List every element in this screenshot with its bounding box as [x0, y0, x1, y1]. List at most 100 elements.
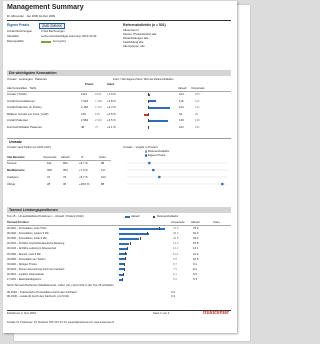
overview-row-prev-value: 47	[95, 125, 99, 129]
page-title: Management Summary	[7, 4, 84, 11]
legend-aktuell-label: Aktuell	[131, 214, 140, 218]
info-row-value: 3 244 Rechnungen	[41, 29, 65, 33]
legend-aktuell-swatch	[125, 216, 130, 218]
umsatz-row-index: 88	[101, 182, 105, 186]
umsatz-row-label: Medikamente	[7, 168, 25, 172]
overview-index-baseline	[148, 119, 149, 123]
overview-subtitle: Umsatz · Leistungen · Patienten	[7, 77, 47, 81]
overview-row-label: Anzahl Patienten	[7, 118, 29, 123]
overview-row-index: 115	[179, 98, 184, 103]
leistungen-row-current: 9.1	[193, 261, 197, 266]
overview-row-index: 104	[179, 92, 184, 96]
overview-row-pct: +2.5 %	[107, 118, 116, 123]
leistungen-row-current: 12.4	[193, 251, 199, 256]
overview-row-prev-index: 105	[195, 92, 200, 96]
umsatz-row-pct: +7.9 %	[79, 168, 88, 172]
legend-own-dot	[145, 154, 148, 157]
leistungen-row-prev: 6.1	[173, 271, 177, 276]
overview-row-prev-index: 112	[195, 98, 200, 103]
leistungen-row-label: 02.0010 – Ärztliche psychotherapeutische…	[7, 242, 65, 246]
legend-reference-label: Referenzkollektiv	[157, 214, 179, 218]
leistungen-row-current: 15.8	[193, 241, 199, 246]
overview-row-pct: +7.9 %	[107, 92, 116, 96]
leistungen-col-vorperiode: Vorperiode	[171, 220, 185, 224]
overview-row-pct: +2.1 %	[107, 125, 116, 129]
overview-index-baseline	[148, 99, 149, 103]
info-row-label: Datenqualität	[7, 39, 24, 43]
leistungen-row-prev: 8.7	[173, 261, 177, 266]
umsatz-growth-chart	[127, 161, 227, 186]
leistungen-row-current: 10.5	[193, 256, 199, 261]
umsatz-row-prev: 72	[47, 175, 51, 179]
leistungen-reference-marker	[130, 242, 131, 246]
leistungen-reference-marker	[126, 247, 128, 251]
overview-row-index: 139	[179, 118, 184, 123]
overview-row-pct: +2.3 %	[107, 105, 116, 110]
data-quality-indicator	[41, 40, 51, 43]
umsatz-left-caption: Umsatz nach Tarifen (in 1000 CHF)	[7, 145, 51, 149]
leistungen-own-bar	[119, 253, 127, 256]
leistungen-col-position: Tarmed Position	[7, 220, 29, 224]
overview-row-label: Anzahl Konsultationen	[7, 98, 35, 103]
leistungen-row-current: 13.1	[193, 246, 199, 251]
umsatz-row-prev: 328	[47, 168, 52, 172]
leistungen-reference-marker	[122, 272, 124, 276]
overview-col-vorperiode: Vorperiode	[191, 86, 205, 90]
leistungen-row-prev: 9.8	[173, 256, 177, 261]
leistungen-row-label: 00.0060 – Besuch, erste 5 Min.	[7, 252, 42, 256]
section-header-umsatz: Umsatz	[7, 138, 231, 144]
leistungen-col-aktuell: Aktuell	[191, 220, 200, 224]
leistungen-row-prev: 11.0	[173, 251, 179, 256]
leistungen-reference-marker	[125, 252, 126, 256]
leistungen-own-bar	[119, 232, 149, 235]
overview-row-value: 7 524	[81, 98, 88, 103]
leistungen-row-current: 6.6	[193, 271, 197, 276]
leistungen-row-current: 8.2	[193, 266, 197, 271]
overview-row-prev-value: 2 112	[95, 105, 102, 110]
overview-col-praxis: Praxis	[85, 82, 94, 86]
reference-heading: Referenzkollektiv (n = 501)	[123, 23, 166, 27]
umsatz-row-index: 98	[101, 161, 105, 165]
umsatz-row-label: Analysen	[7, 175, 19, 179]
info-row-label: Anzahl Rechnungen	[7, 29, 33, 33]
page-front: Management Summary Dr. Allrounder · Jan …	[3, 1, 237, 333]
umsatz-divider	[7, 160, 111, 161]
overview-row-pct: +4.8 %	[107, 98, 116, 103]
overview-row-label: Durchschnittsalter Patienten	[7, 125, 42, 129]
overview-col-aktuell: Aktuell	[178, 86, 187, 90]
overview-legend: Index = Wert Eigene Praxis / Wert des Re…	[113, 78, 174, 81]
leistungen-row-label: 00.0020 – Konsultation, weitere 5 Min.	[7, 232, 50, 236]
leistungen-row-prev: 14.9	[173, 241, 179, 246]
umsatz-row-label: Tarmed	[7, 161, 17, 165]
umsatz-row-label: Übrige	[7, 182, 16, 186]
leistungen-row-label: 00.0415 – Kleine Untersuchung durch den …	[7, 267, 65, 271]
leistungen-row-label: 39.0020 – Röntgen Thorax	[7, 262, 37, 266]
leistungen-row-label: 00.0030 – Konsultation, letzte 5 Min.	[7, 237, 48, 241]
umsatz-row-current: 354	[63, 168, 68, 172]
overview-index-baseline	[148, 93, 149, 96]
leistungen-row-prev: 48.3	[173, 231, 179, 236]
overview-row-prev-value: 145	[95, 111, 100, 116]
leistungen-reference-marker	[146, 231, 148, 235]
info-heading: Eigene Praxis	[7, 23, 30, 27]
umsatz-row-index: 103	[101, 175, 106, 179]
overview-row-value: 2 160	[81, 105, 88, 110]
overview-row-value: 48	[81, 125, 85, 129]
overview-row-label: Mittlerer Umsatz pro Kons. (CHF)	[7, 111, 49, 116]
umsatz-col-index: Index	[99, 155, 106, 159]
header-divider	[7, 20, 231, 21]
leistungen-row-prev: 30.8	[173, 236, 179, 241]
leistungen-row-prev: 12.2	[173, 246, 179, 251]
overview-row-value: 2 984	[81, 118, 88, 123]
overview-row-index: 91	[179, 111, 183, 116]
umsatz-row-prev: 28	[47, 182, 51, 186]
umsatz-col-pct: %	[81, 155, 84, 159]
leistungen-reference-marker	[122, 277, 123, 281]
overview-index-bar	[148, 120, 168, 123]
section-header-overview: Die wichtigsten Kennzahlen	[7, 70, 231, 76]
leistungen-row-label: 17.0010 – Elektrokardiogramm	[7, 278, 42, 281]
umsatz-col-aktuell: Aktuell	[61, 155, 70, 159]
overview-row-prev-value: 2 910	[95, 118, 102, 123]
overview-row-value: 1121	[81, 92, 88, 96]
section-header-leistungen: Tarmed Leistungspositionen	[7, 207, 231, 213]
